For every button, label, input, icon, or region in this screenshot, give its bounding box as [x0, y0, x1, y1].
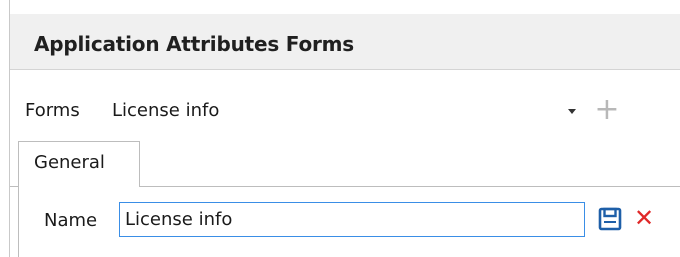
forms-dropdown-value: License info — [112, 100, 220, 121]
application-attributes-panel: Application Attributes Forms Forms Licen… — [9, 0, 680, 257]
name-label: Name — [44, 210, 98, 231]
panel-header: Application Attributes Forms — [10, 14, 680, 70]
forms-dropdown[interactable]: License info — [104, 93, 588, 129]
general-tab-content: Name ✕ — [18, 186, 680, 257]
panel-title: Application Attributes Forms — [34, 32, 354, 56]
delete-button[interactable]: ✕ — [631, 204, 657, 232]
tabs-area: General Name ✕ — [10, 141, 680, 257]
forms-label: Forms — [25, 100, 80, 121]
tab-general[interactable]: General — [18, 141, 140, 187]
save-button[interactable] — [597, 206, 623, 232]
dropdown-arrow-icon[interactable] — [568, 109, 576, 114]
close-icon: ✕ — [633, 204, 655, 232]
tab-general-label: General — [34, 152, 105, 173]
name-input[interactable] — [119, 202, 585, 237]
add-form-button[interactable]: + — [590, 94, 624, 128]
tab-strip-divider — [10, 186, 18, 187]
floppy-disk-icon — [598, 207, 622, 231]
plus-icon: + — [594, 92, 620, 127]
forms-row: Forms License info + — [10, 90, 680, 134]
